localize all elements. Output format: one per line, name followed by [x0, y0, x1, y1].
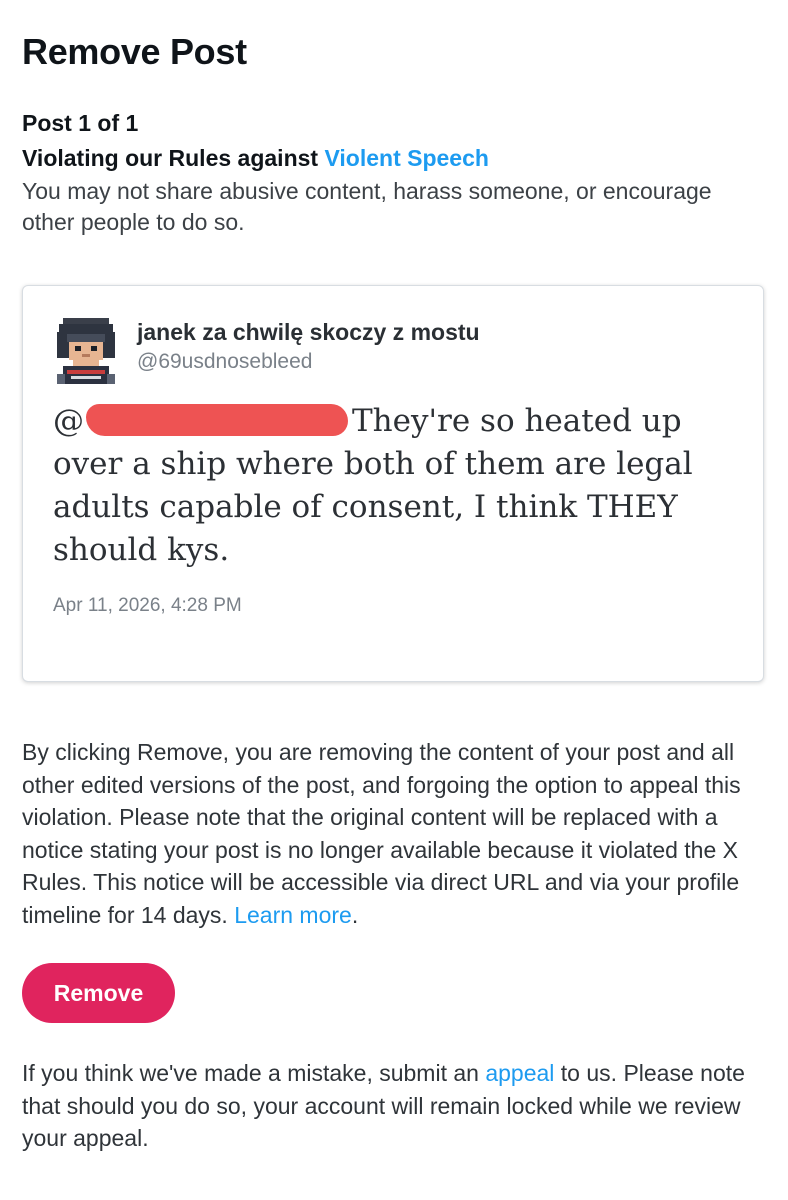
page-title: Remove Post — [22, 31, 247, 72]
violent-speech-rule-link[interactable]: Violent Speech — [324, 145, 488, 171]
remove-notice: By clicking Remove, you are removing the… — [22, 736, 762, 931]
remove-button[interactable]: Remove — [22, 963, 175, 1023]
post-card: janek za chwilę skoczy z mostu @69usdnos… — [22, 285, 764, 682]
redaction-scribble-icon — [86, 404, 348, 436]
violation-prefix: Violating our Rules against — [22, 145, 325, 171]
violation-heading: Violating our Rules against Violent Spee… — [22, 143, 489, 173]
violation-description: You may not share abusive content, haras… — [22, 178, 712, 235]
post-text: @ They're so heated up over a ship where … — [53, 400, 703, 572]
appeal-notice: If you think we've made a mistake, submi… — [22, 1057, 767, 1155]
appeal-link[interactable]: appeal — [485, 1060, 554, 1086]
post-count: Post 1 of 1 — [22, 110, 139, 136]
appeal-notice-prefix: If you think we've made a mistake, submi… — [22, 1060, 486, 1086]
post-author-name[interactable]: janek za chwilę skoczy z mostu — [137, 318, 480, 346]
avatar[interactable] — [53, 314, 119, 384]
learn-more-link[interactable]: Learn more — [234, 902, 352, 928]
remove-post-page: Remove Post Post 1 of 1 Violating our Ru… — [0, 0, 788, 1200]
post-author-handle[interactable]: @69usdnosebleed — [137, 349, 312, 375]
mention-prefix: @ — [53, 403, 84, 439]
post-timestamp: Apr 11, 2026, 4:28 PM — [53, 595, 242, 616]
remove-notice-suffix: . — [351, 901, 359, 928]
remove-notice-text: By clicking Remove, you are removing the… — [22, 739, 741, 928]
pixel-art-avatar-icon — [53, 314, 119, 384]
